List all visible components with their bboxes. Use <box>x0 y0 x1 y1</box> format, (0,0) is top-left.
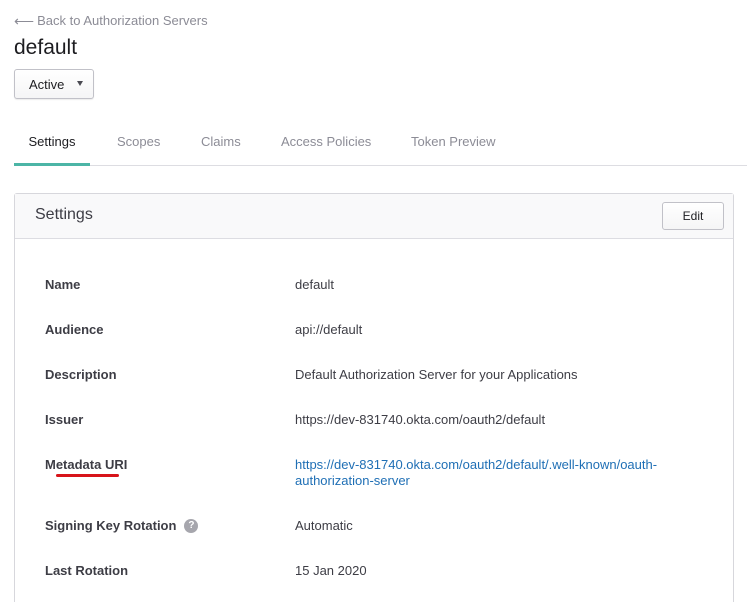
settings-panel: Settings Edit Name default Audience api:… <box>14 193 734 602</box>
status-dropdown-value: Active <box>29 76 65 92</box>
edit-button[interactable]: Edit <box>662 202 724 230</box>
tab-label: Token Preview <box>411 134 496 149</box>
help-icon[interactable]: ? <box>184 518 199 533</box>
field-label: Last Rotation <box>45 563 129 578</box>
tab-scopes[interactable]: Scopes <box>117 124 160 166</box>
back-link-label: Back to Authorization Servers <box>37 13 208 28</box>
caret-down-icon <box>77 81 83 86</box>
field-value: Automatic <box>295 518 353 533</box>
field-value: default <box>295 277 335 292</box>
status-dropdown[interactable]: Active <box>14 69 94 99</box>
annotation-underline <box>56 474 119 477</box>
tab-token-preview[interactable]: Token Preview <box>411 124 496 166</box>
panel-header: Settings Edit <box>15 194 733 239</box>
field-value: api://default <box>295 322 363 337</box>
back-arrow-icon: ⟵ <box>14 12 35 29</box>
field-label: Metadata URI <box>45 457 128 472</box>
field-value: 15 Jan 2020 <box>295 563 367 578</box>
field-label: Description <box>45 367 117 382</box>
field-label: Name <box>45 277 81 292</box>
panel-title: Settings <box>35 206 93 223</box>
page-title: default <box>14 36 78 59</box>
field-label: Issuer <box>45 412 84 427</box>
tab-label: Access Policies <box>281 134 372 149</box>
field-label-text: Signing Key Rotation <box>45 518 177 533</box>
tab-settings[interactable]: Settings <box>14 124 90 166</box>
field-label: Audience <box>45 322 104 337</box>
field-value: https://dev-831740.okta.com/oauth2/defau… <box>295 412 546 427</box>
tab-label: Settings <box>28 134 76 149</box>
back-link[interactable]: ⟵ Back to Authorization Servers <box>14 13 208 28</box>
metadata-uri-link[interactable]: https://dev-831740.okta.com/oauth2/defau… <box>295 457 665 489</box>
tab-label: Claims <box>201 134 241 149</box>
tab-access-policies[interactable]: Access Policies <box>281 124 371 166</box>
tab-bar: Settings Scopes Claims Access Policies T… <box>14 124 747 166</box>
field-label: Signing Key Rotation ? <box>45 518 199 533</box>
tab-label: Scopes <box>117 134 161 149</box>
field-value: Default Authorization Server for your Ap… <box>295 367 578 382</box>
tab-claims[interactable]: Claims <box>201 124 241 166</box>
